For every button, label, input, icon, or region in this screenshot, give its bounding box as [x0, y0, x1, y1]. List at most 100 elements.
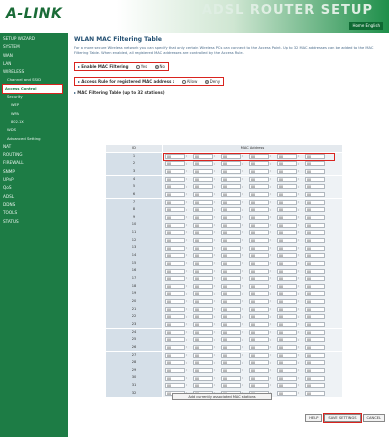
- mac-octet-input[interactable]: 00: [277, 352, 297, 358]
- mac-octet-input[interactable]: 00: [249, 253, 269, 259]
- mac-octet-input[interactable]: 00: [193, 184, 213, 190]
- mac-octet-input[interactable]: 00: [249, 230, 269, 236]
- mac-octet-input[interactable]: 00: [277, 214, 297, 220]
- mac-octet-input[interactable]: 00: [165, 260, 185, 266]
- mac-octet-input[interactable]: 00: [165, 176, 185, 182]
- mac-octet-input[interactable]: 00: [305, 291, 325, 297]
- sidebar-item[interactable]: UPnP: [0, 176, 68, 184]
- mac-octet-input[interactable]: 00: [165, 192, 185, 198]
- enable-yes-radio[interactable]: [135, 65, 140, 69]
- mac-octet-input[interactable]: 00: [249, 283, 269, 289]
- mac-octet-input[interactable]: 00: [165, 337, 185, 343]
- mac-octet-input[interactable]: 00: [193, 260, 213, 266]
- mac-octet-input[interactable]: 00: [221, 367, 241, 373]
- mac-octet-input[interactable]: 00: [221, 222, 241, 228]
- mac-octet-input[interactable]: 00: [193, 245, 213, 251]
- mac-octet-input[interactable]: 00: [165, 352, 185, 358]
- mac-octet-input[interactable]: 00: [277, 192, 297, 198]
- mac-octet-input[interactable]: 00: [277, 329, 297, 335]
- mac-octet-input[interactable]: 00: [165, 322, 185, 328]
- mac-octet-input[interactable]: 00: [221, 268, 241, 274]
- cancel-button[interactable]: CANCEL: [362, 414, 385, 422]
- mac-octet-input[interactable]: 00: [277, 199, 297, 205]
- mac-octet-input[interactable]: 00: [193, 322, 213, 328]
- mac-octet-input[interactable]: 00: [193, 360, 213, 366]
- mac-octet-input[interactable]: 00: [165, 184, 185, 190]
- mac-octet-input[interactable]: 00: [221, 299, 241, 305]
- mac-octet-input[interactable]: 00: [249, 375, 269, 381]
- mac-octet-input[interactable]: 00: [165, 253, 185, 259]
- mac-octet-input[interactable]: 00: [221, 314, 241, 320]
- mac-octet-input[interactable]: 00: [305, 352, 325, 358]
- mac-octet-input[interactable]: 00: [305, 375, 325, 381]
- mac-octet-input[interactable]: 00: [221, 329, 241, 335]
- mac-octet-input[interactable]: 00: [277, 276, 297, 282]
- mac-octet-input[interactable]: 00: [221, 184, 241, 190]
- mac-octet-input[interactable]: 00: [193, 192, 213, 198]
- sidebar-item[interactable]: NAT: [0, 143, 68, 151]
- mac-octet-input[interactable]: 00: [221, 230, 241, 236]
- mac-octet-input[interactable]: 00: [277, 291, 297, 297]
- mac-octet-input[interactable]: 00: [165, 199, 185, 205]
- mac-octet-input[interactable]: 00: [249, 329, 269, 335]
- add-associated-stations-button[interactable]: Add currently associated MAC stations: [172, 393, 272, 400]
- mac-octet-input[interactable]: 00: [221, 214, 241, 220]
- mac-octet-input[interactable]: 00: [277, 367, 297, 373]
- mac-octet-input[interactable]: 00: [277, 337, 297, 343]
- mac-octet-input[interactable]: 00: [221, 383, 241, 389]
- mac-octet-input[interactable]: 00: [249, 237, 269, 243]
- mac-octet-input[interactable]: 00: [221, 322, 241, 328]
- mac-octet-input[interactable]: 00: [221, 337, 241, 343]
- mac-octet-input[interactable]: 00: [221, 306, 241, 312]
- mac-octet-input[interactable]: 00: [221, 237, 241, 243]
- mac-octet-input[interactable]: 00: [249, 367, 269, 373]
- mac-octet-input[interactable]: 00: [305, 367, 325, 373]
- mac-octet-input[interactable]: 00: [305, 299, 325, 305]
- help-button[interactable]: HELP: [305, 414, 323, 422]
- mac-octet-input[interactable]: 00: [277, 322, 297, 328]
- mac-octet-input[interactable]: 00: [249, 192, 269, 198]
- mac-octet-input[interactable]: 00: [305, 199, 325, 205]
- mac-octet-input[interactable]: 00: [277, 306, 297, 312]
- sidebar-item[interactable]: SETUP WIZARD: [0, 35, 68, 43]
- mac-octet-input[interactable]: 00: [277, 299, 297, 305]
- mac-octet-input[interactable]: 00: [221, 375, 241, 381]
- mac-octet-input[interactable]: 00: [193, 306, 213, 312]
- mac-octet-input[interactable]: 00: [221, 345, 241, 351]
- mac-octet-input[interactable]: 00: [193, 329, 213, 335]
- access-deny-radio[interactable]: [204, 80, 209, 84]
- mac-octet-input[interactable]: 00: [221, 260, 241, 266]
- mac-octet-input[interactable]: 00: [305, 306, 325, 312]
- mac-octet-input[interactable]: 00: [193, 230, 213, 236]
- sidebar-item[interactable]: FIREWALL: [0, 159, 68, 167]
- mac-octet-input[interactable]: 00: [249, 161, 269, 167]
- sidebar-item[interactable]: SNMP: [0, 168, 68, 176]
- mac-octet-input[interactable]: 00: [277, 207, 297, 213]
- mac-octet-input[interactable]: 00: [305, 192, 325, 198]
- mac-octet-input[interactable]: 00: [249, 306, 269, 312]
- mac-octet-input[interactable]: 00: [249, 169, 269, 175]
- mac-octet-input[interactable]: 00: [277, 283, 297, 289]
- mac-octet-input[interactable]: 00: [277, 237, 297, 243]
- mac-octet-input[interactable]: 00: [221, 352, 241, 358]
- mac-octet-input[interactable]: 00: [305, 390, 325, 396]
- mac-octet-input[interactable]: 00: [249, 299, 269, 305]
- mac-octet-input[interactable]: 00: [193, 199, 213, 205]
- mac-octet-input[interactable]: 00: [305, 214, 325, 220]
- mac-octet-input[interactable]: 00: [249, 268, 269, 274]
- mac-octet-input[interactable]: 00: [277, 360, 297, 366]
- mac-octet-input[interactable]: 00: [165, 245, 185, 251]
- mac-octet-input[interactable]: 00: [277, 260, 297, 266]
- mac-octet-input[interactable]: 00: [221, 176, 241, 182]
- mac-octet-input[interactable]: 00: [221, 169, 241, 175]
- mac-octet-input[interactable]: 00: [221, 161, 241, 167]
- mac-octet-input[interactable]: 00: [221, 360, 241, 366]
- mac-octet-input[interactable]: 00: [305, 314, 325, 320]
- mac-octet-input[interactable]: 00: [249, 184, 269, 190]
- mac-octet-input[interactable]: 00: [193, 367, 213, 373]
- mac-octet-input[interactable]: 00: [165, 161, 185, 167]
- mac-octet-input[interactable]: 00: [221, 291, 241, 297]
- mac-octet-input[interactable]: 00: [305, 237, 325, 243]
- mac-octet-input[interactable]: 00: [305, 222, 325, 228]
- mac-octet-input[interactable]: 00: [305, 383, 325, 389]
